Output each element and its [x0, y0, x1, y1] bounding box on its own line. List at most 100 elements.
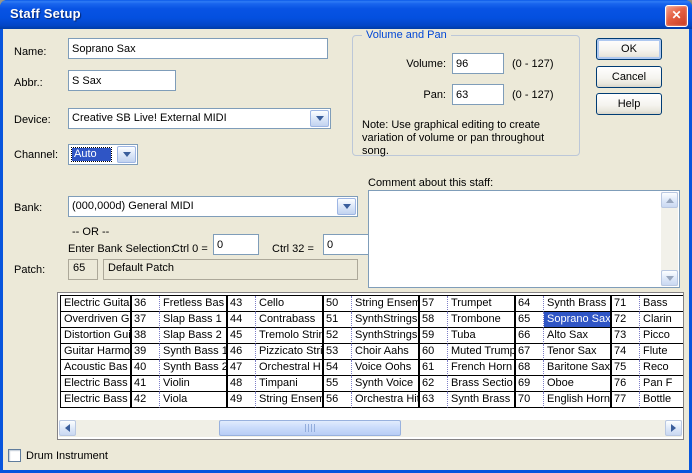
patch-cell[interactable]: Oboe: [544, 376, 612, 392]
patch-cell[interactable]: Distortion Gui: [61, 328, 132, 344]
patch-cell[interactable]: 68: [516, 360, 544, 376]
patch-cell[interactable]: 56: [324, 392, 352, 408]
patch-cell[interactable]: 70: [516, 392, 544, 408]
patch-cell[interactable]: Bass: [640, 296, 684, 312]
patch-cell[interactable]: 77: [612, 392, 640, 408]
patch-cell[interactable]: 47: [228, 360, 256, 376]
channel-combo[interactable]: Auto: [68, 144, 138, 165]
bank-combo[interactable]: (000,000d) General MIDI: [68, 196, 358, 217]
patch-cell[interactable]: Synth Bass 2: [160, 360, 228, 376]
patch-cell[interactable]: Choir Aahs: [352, 344, 420, 360]
patch-cell[interactable]: Picco: [640, 328, 684, 344]
comment-vscrollbar[interactable]: [661, 192, 678, 286]
patch-cell[interactable]: 63: [420, 392, 448, 408]
patch-cell[interactable]: SynthStrings: [352, 312, 420, 328]
hscroll-thumb[interactable]: [219, 420, 401, 436]
patch-cell[interactable]: String Ensem: [256, 392, 324, 408]
patch-cell[interactable]: Viola: [160, 392, 228, 408]
patch-cell[interactable]: Voice Oohs: [352, 360, 420, 376]
patch-cell[interactable]: 62: [420, 376, 448, 392]
patch-cell[interactable]: 48: [228, 376, 256, 392]
patch-cell[interactable]: Clarin: [640, 312, 684, 328]
patch-cell[interactable]: 69: [516, 376, 544, 392]
patch-cell[interactable]: 67: [516, 344, 544, 360]
drum-instrument-checkbox[interactable]: [8, 449, 21, 462]
patch-cell[interactable]: 54: [324, 360, 352, 376]
abbr-input[interactable]: [68, 70, 176, 91]
patch-cell[interactable]: Slap Bass 2: [160, 328, 228, 344]
patch-cell[interactable]: Cello: [256, 296, 324, 312]
patch-cell[interactable]: Synth Voice: [352, 376, 420, 392]
patch-grid-hscrollbar[interactable]: [59, 420, 682, 437]
patch-cell[interactable]: 40: [132, 360, 160, 376]
patch-cell[interactable]: French Horn: [448, 360, 516, 376]
patch-cell[interactable]: 46: [228, 344, 256, 360]
patch-cell[interactable]: Violin: [160, 376, 228, 392]
close-icon[interactable]: ✕: [665, 5, 688, 27]
comment-textarea[interactable]: [369, 191, 662, 287]
patch-cell[interactable]: Electric Bass: [61, 392, 132, 408]
patch-cell[interactable]: 55: [324, 376, 352, 392]
patch-cell[interactable]: Trumpet: [448, 296, 516, 312]
patch-cell[interactable]: Alto Sax: [544, 328, 612, 344]
patch-cell[interactable]: 64: [516, 296, 544, 312]
name-input[interactable]: [68, 38, 328, 59]
patch-cell[interactable]: 43: [228, 296, 256, 312]
patch-cell[interactable]: 45: [228, 328, 256, 344]
patch-cell[interactable]: Reco: [640, 360, 684, 376]
patch-cell[interactable]: Timpani: [256, 376, 324, 392]
scroll-right-button[interactable]: [665, 420, 682, 436]
patch-cell[interactable]: 65: [516, 312, 544, 328]
patch-cell[interactable]: Overdriven G: [61, 312, 132, 328]
patch-cell[interactable]: 39: [132, 344, 160, 360]
patch-cell[interactable]: 71: [612, 296, 640, 312]
patch-cell[interactable]: 52: [324, 328, 352, 344]
patch-cell[interactable]: 49: [228, 392, 256, 408]
patch-cell[interactable]: English Horn: [544, 392, 612, 408]
patch-cell[interactable]: Pizzicato Stri: [256, 344, 324, 360]
patch-cell[interactable]: Slap Bass 1: [160, 312, 228, 328]
scroll-left-button[interactable]: [59, 420, 76, 436]
patch-cell[interactable]: 38: [132, 328, 160, 344]
patch-cell[interactable]: Fretless Bas: [160, 296, 228, 312]
patch-cell[interactable]: Electric Guita: [61, 296, 132, 312]
patch-cell[interactable]: Guitar Harmo: [61, 344, 132, 360]
patch-cell[interactable]: 57: [420, 296, 448, 312]
patch-cell[interactable]: Orchestra Hit: [352, 392, 420, 408]
patch-cell[interactable]: 37: [132, 312, 160, 328]
patch-cell[interactable]: 44: [228, 312, 256, 328]
device-combo[interactable]: Creative SB Live! External MIDI: [68, 108, 331, 129]
patch-cell[interactable]: Tuba: [448, 328, 516, 344]
patch-cell[interactable]: 51: [324, 312, 352, 328]
scroll-down-button[interactable]: [661, 270, 678, 286]
ctrl0-input[interactable]: [213, 234, 259, 255]
patch-cell[interactable]: String Ensem: [352, 296, 420, 312]
device-combo-button[interactable]: [310, 110, 329, 127]
patch-cell[interactable]: Contrabass: [256, 312, 324, 328]
patch-cell[interactable]: 76: [612, 376, 640, 392]
channel-combo-button[interactable]: [117, 146, 136, 163]
patch-cell[interactable]: Pan F: [640, 376, 684, 392]
scroll-up-button[interactable]: [661, 192, 678, 208]
patch-cell[interactable]: Tenor Sax: [544, 344, 612, 360]
patch-cell[interactable]: 75: [612, 360, 640, 376]
patch-cell[interactable]: Baritone Sax: [544, 360, 612, 376]
patch-cell[interactable]: Trombone: [448, 312, 516, 328]
patch-cell[interactable]: 41: [132, 376, 160, 392]
patch-cell[interactable]: 58: [420, 312, 448, 328]
patch-cell[interactable]: Synth Brass: [448, 392, 516, 408]
patch-cell[interactable]: Flute: [640, 344, 684, 360]
patch-cell[interactable]: 74: [612, 344, 640, 360]
ctrl32-input[interactable]: [323, 234, 369, 255]
patch-cell[interactable]: 59: [420, 328, 448, 344]
help-button[interactable]: Help: [596, 93, 662, 115]
bank-combo-button[interactable]: [337, 198, 356, 215]
patch-cell[interactable]: 61: [420, 360, 448, 376]
patch-cell[interactable]: Synth Brass: [544, 296, 612, 312]
patch-cell[interactable]: Bottle: [640, 392, 684, 408]
patch-cell[interactable]: 36: [132, 296, 160, 312]
titlebar[interactable]: Staff Setup: [0, 0, 692, 29]
patch-cell[interactable]: 72: [612, 312, 640, 328]
patch-cell[interactable]: Acoustic Bas: [61, 360, 132, 376]
patch-cell[interactable]: 60: [420, 344, 448, 360]
